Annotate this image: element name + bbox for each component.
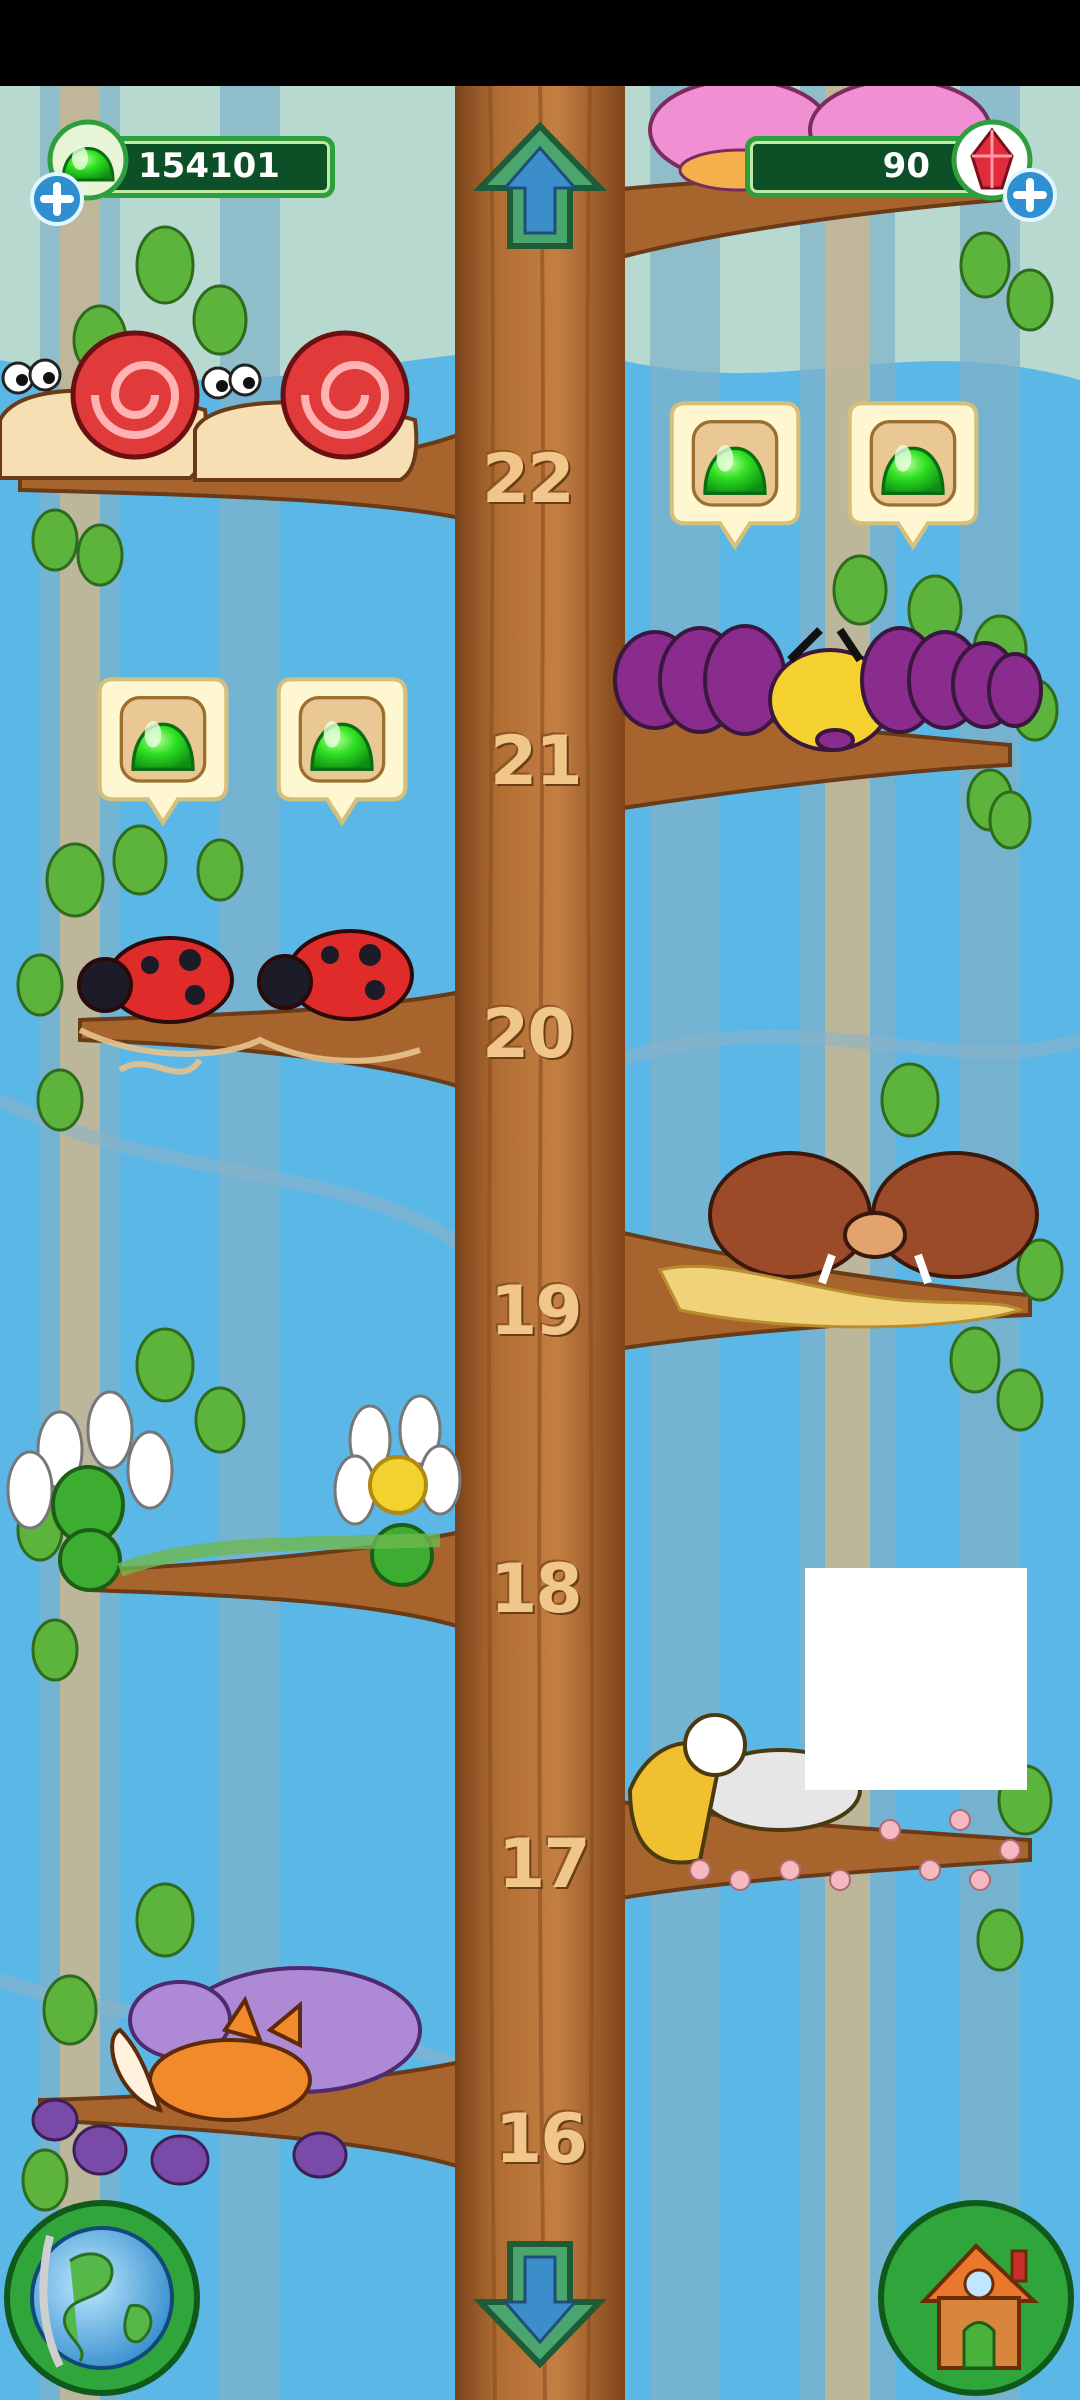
add-gem-button[interactable] — [1003, 168, 1057, 222]
home-button[interactable] — [878, 2200, 1074, 2396]
level-16-label: 16 — [495, 2100, 588, 2179]
status-bar — [0, 0, 1080, 86]
jelly-collect-bubble[interactable] — [83, 676, 243, 826]
jelly-collect-bubble[interactable] — [655, 400, 815, 550]
level-19-label: 19 — [490, 1272, 583, 1351]
blank-panel — [805, 1568, 1027, 1790]
level-21-label: 21 — [490, 722, 583, 801]
level-20-label: 20 — [482, 995, 575, 1074]
gem-count: 90 — [882, 146, 930, 186]
jelly-collect-bubble[interactable] — [833, 400, 993, 550]
gem-counter[interactable]: 90 — [745, 136, 985, 198]
arrow-down-icon[interactable] — [470, 2232, 610, 2372]
plus-icon — [40, 182, 74, 216]
globe-icon — [30, 2226, 174, 2370]
world-map-button[interactable] — [4, 2200, 200, 2396]
level-22-label: 22 — [482, 440, 575, 519]
game-scene — [0, 78, 1080, 2400]
arrow-up-icon[interactable] — [470, 118, 610, 258]
house-icon — [919, 2243, 1040, 2370]
add-jelly-button[interactable] — [30, 172, 84, 226]
jelly-collect-bubble[interactable] — [262, 676, 422, 826]
plus-icon — [1013, 178, 1047, 212]
level-17-label: 17 — [498, 1825, 591, 1904]
jelly-count: 154101 — [138, 146, 280, 186]
level-18-label: 18 — [490, 1550, 583, 1629]
